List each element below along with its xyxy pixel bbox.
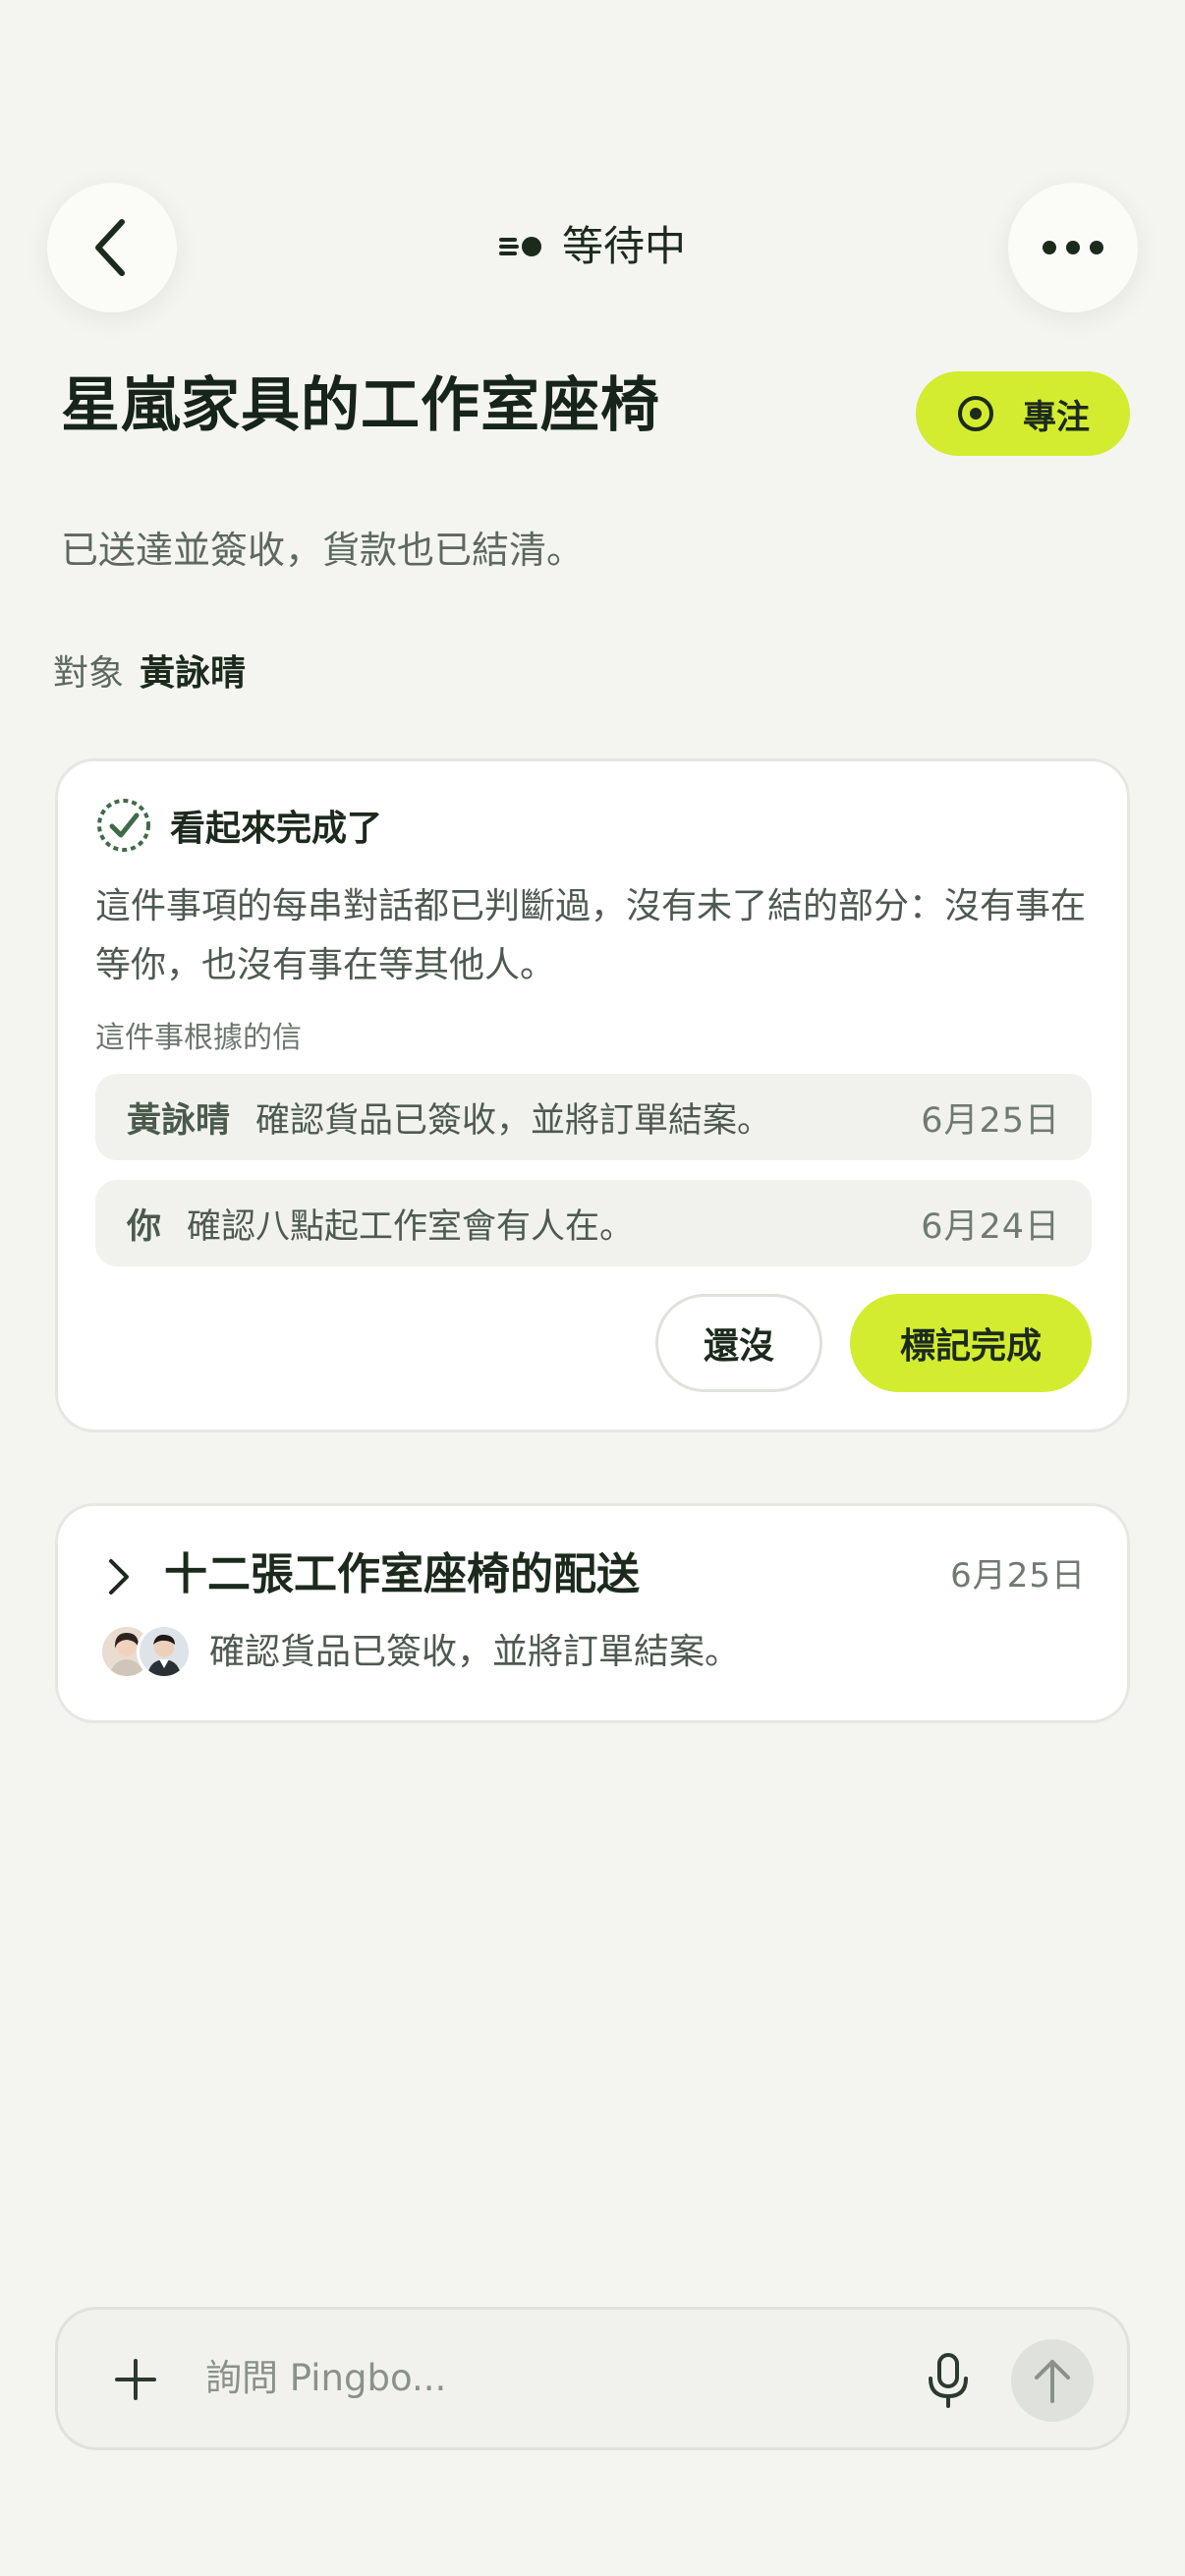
task-description: 已送達並簽收，貨款也已結清。: [61, 529, 585, 572]
thread-title: 十二張工作室座椅的配送: [164, 1549, 640, 1599]
thread-date: 6月25日: [950, 1556, 1086, 1596]
avatar: [137, 1624, 192, 1679]
evidence-mail-row[interactable]: 你 確認八點起工作室會有人在。 6月24日: [95, 1180, 1092, 1266]
composer-bar: 詢問 Pingbo...: [55, 2307, 1130, 2450]
ask-input[interactable]: 詢問 Pingbo...: [205, 2351, 446, 2406]
send-button[interactable]: [1011, 2339, 1094, 2422]
mark-done-button[interactable]: 標記完成: [850, 1294, 1092, 1392]
status-label: 等待中: [561, 222, 686, 270]
mail-date: 6月24日: [921, 1206, 1060, 1247]
more-button[interactable]: [1008, 183, 1138, 312]
more-horizontal-icon: [1043, 241, 1103, 254]
target-icon: [958, 396, 993, 431]
focus-button[interactable]: 專注: [916, 371, 1130, 456]
mail-message: 確認貨品已簽收，並將訂單結案。: [255, 1100, 772, 1141]
completion-heading-row: 看起來完成了: [95, 797, 382, 854]
waiting-icon: [498, 237, 541, 256]
evidence-label: 這件事根據的信: [95, 1021, 302, 1055]
chevron-right-icon[interactable]: [103, 1555, 133, 1598]
completion-body: 這件事項的每串對話都已判斷過，沒有未了結的部分：沒有事在等你，也沒有事在等其他人…: [95, 886, 1087, 985]
evidence-mail-row[interactable]: 黃詠晴 確認貨品已簽收，並將訂單結案。 6月25日: [95, 1074, 1092, 1160]
thread-card[interactable]: 十二張工作室座椅的配送 6月25日 確認貨品已簽收，並將訂單結案。: [55, 1503, 1130, 1723]
arrow-up-icon: [1035, 2360, 1070, 2403]
mail-message: 確認八點起工作室會有人在。: [187, 1206, 635, 1247]
completion-heading: 看起來完成了: [170, 809, 383, 849]
mail-sender: 黃詠晴: [127, 1100, 231, 1141]
mail-date: 6月25日: [921, 1100, 1060, 1141]
target-person: 對象 黃詠晴: [53, 644, 246, 703]
page-title: 星嵐家具的工作室座椅: [61, 371, 660, 440]
participant-avatars: [99, 1624, 194, 1681]
plus-icon[interactable]: [109, 2353, 162, 2406]
check-circle-icon: [97, 799, 150, 852]
mail-sender: 你: [127, 1206, 162, 1247]
completion-suggestion-card: 看起來完成了 這件事項的每串對話都已判斷過，沒有未了結的部分：沒有事在等你，也沒…: [55, 758, 1130, 1432]
target-label: 對象: [53, 653, 125, 694]
thread-detail-screen: 等待中 星嵐家具的工作室座椅 專注 已送達並簽收，貨款也已結清。 對象 黃詠晴 看…: [0, 0, 1185, 2576]
not-yet-button[interactable]: 還沒: [655, 1294, 822, 1392]
microphone-icon[interactable]: [919, 2349, 978, 2412]
focus-label: 專注: [1023, 397, 1090, 437]
target-name: 黃詠晴: [140, 653, 247, 694]
thread-preview: 確認貨品已簽收，並將訂單結案。: [209, 1632, 741, 1672]
